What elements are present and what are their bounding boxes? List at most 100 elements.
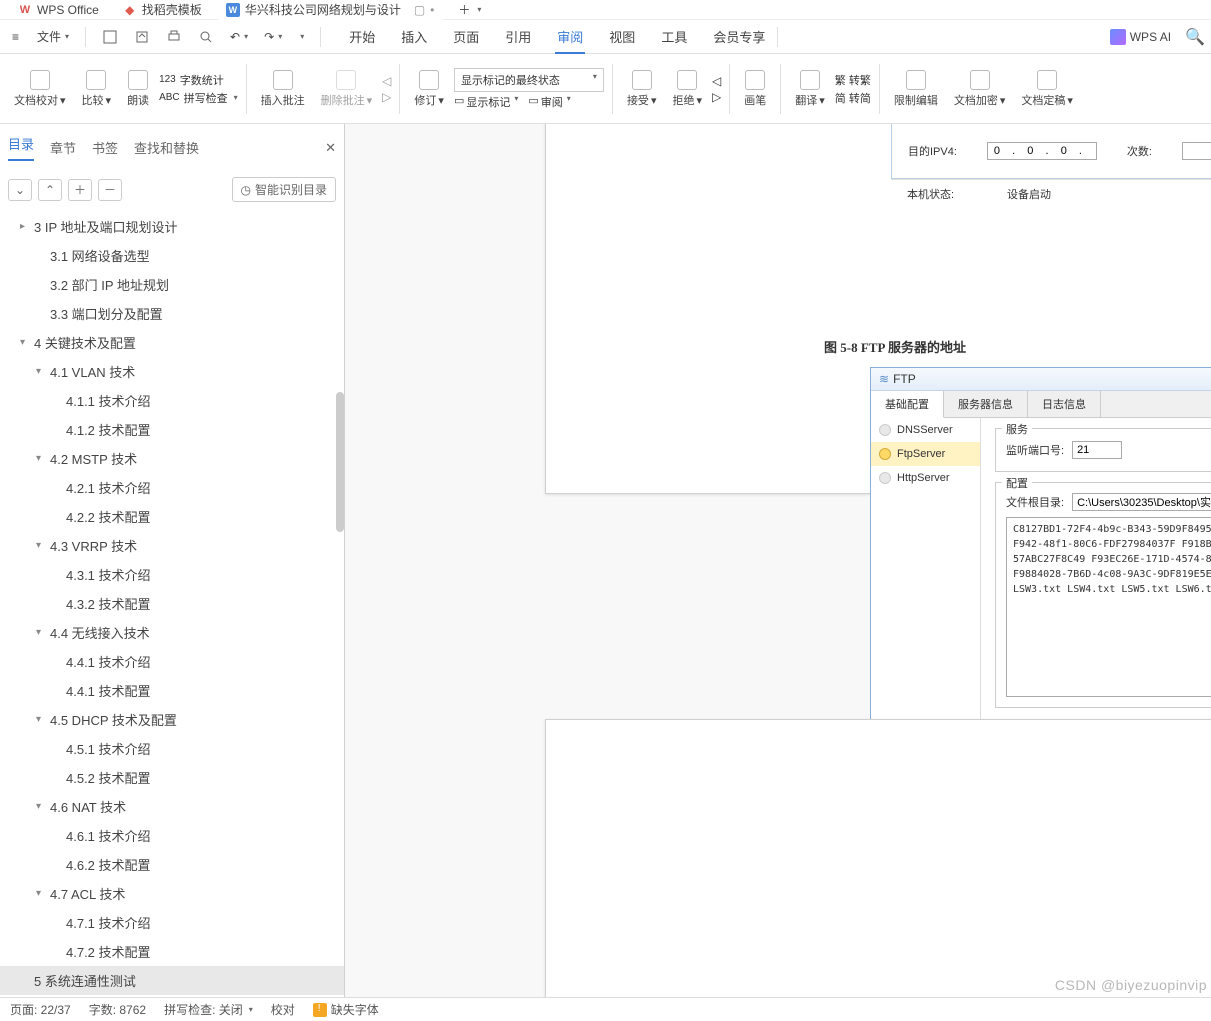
- print-icon[interactable]: [160, 25, 188, 49]
- toc-item[interactable]: 4.1.2 技术配置: [0, 415, 344, 444]
- nav-down-button[interactable]: ⌄: [8, 179, 32, 201]
- tab-dropdown-icon[interactable]: •: [430, 3, 434, 17]
- compare-button[interactable]: 比较▾: [76, 70, 118, 108]
- toc-item[interactable]: ▾4 关键技术及配置: [0, 328, 344, 357]
- reject-button[interactable]: 拒绝▾: [666, 70, 708, 108]
- restrict-edit-button[interactable]: 限制编辑: [888, 70, 944, 108]
- accept-button[interactable]: 接受▾: [621, 70, 663, 108]
- toc-item[interactable]: 3.3 端口划分及配置: [0, 299, 344, 328]
- encrypt-button[interactable]: 文档加密▾: [948, 70, 1012, 108]
- tab-tools[interactable]: 工具: [659, 19, 689, 54]
- status-missing-font[interactable]: 缺失字体: [313, 1001, 379, 1018]
- toc-item[interactable]: ▾4.3 VRRP 技术: [0, 531, 344, 560]
- toc-item[interactable]: 4.2.1 技术介绍: [0, 473, 344, 502]
- toc-item[interactable]: ▾4.5 DHCP 技术及配置: [0, 705, 344, 734]
- server-dns[interactable]: DNSServer: [871, 418, 980, 442]
- nav-tab-bookmark[interactable]: 书签: [92, 138, 118, 157]
- port-input[interactable]: [1072, 441, 1122, 459]
- file-list[interactable]: C8127BD1-72F4-4b9c-B343-59D9F8495F80 CAD…: [1006, 517, 1211, 697]
- prev-change-icon[interactable]: ◁: [712, 74, 721, 88]
- toc-item[interactable]: 5 系统连通性测试: [0, 966, 344, 995]
- toc-item[interactable]: 4.6.2 技术配置: [0, 850, 344, 879]
- wps-ai-button[interactable]: WPS AI: [1130, 30, 1171, 44]
- ftp-tab-basic[interactable]: 基础配置: [871, 391, 944, 418]
- redo-icon[interactable]: ↷▾: [258, 26, 288, 48]
- delete-comment-button[interactable]: 删除批注▾: [315, 70, 379, 108]
- toc-item[interactable]: 4.3.2 技术配置: [0, 589, 344, 618]
- server-ftp[interactable]: FtpServer: [871, 442, 980, 466]
- export-icon[interactable]: [128, 25, 156, 49]
- toc-item[interactable]: 4.3.1 技术介绍: [0, 560, 344, 589]
- tab-reference[interactable]: 引用: [503, 19, 533, 54]
- finalize-button[interactable]: 文档定稿▾: [1015, 70, 1079, 108]
- status-words[interactable]: 字数: 8762: [89, 1001, 146, 1018]
- proof-button[interactable]: 文档校对▾: [8, 70, 72, 108]
- tab-view[interactable]: 视图: [607, 19, 637, 54]
- new-tab[interactable]: ＋▾: [450, 0, 489, 20]
- track-changes-button[interactable]: 修订▾: [408, 70, 450, 108]
- read-button[interactable]: 朗读: [121, 70, 155, 108]
- toc-item[interactable]: 4.4.1 技术配置: [0, 676, 344, 705]
- show-markup-button[interactable]: ▭显示标记▾: [454, 94, 518, 110]
- toc-item[interactable]: ▾4.6 NAT 技术: [0, 792, 344, 821]
- nav-tab-chapter[interactable]: 章节: [50, 138, 76, 157]
- tab-review[interactable]: 审阅: [555, 19, 585, 54]
- document-area[interactable]: PING测试 目的IPV4: 次数: 发送 本机状态: 设备启动 ping 成功…: [345, 124, 1211, 1000]
- prev-comment-icon[interactable]: ◁: [382, 74, 391, 88]
- pen-button[interactable]: 画笔: [738, 70, 772, 108]
- tab-insert[interactable]: 插入: [399, 19, 429, 54]
- translate-button[interactable]: 翻译▾: [789, 70, 831, 108]
- hamburger-icon[interactable]: ≡: [6, 26, 25, 48]
- toc-item[interactable]: ▸3 IP 地址及端口规划设计: [0, 212, 344, 241]
- toc-item[interactable]: 4.1.1 技术介绍: [0, 386, 344, 415]
- next-change-icon[interactable]: ▷: [712, 90, 721, 104]
- nav-remove-button[interactable]: －: [98, 179, 122, 201]
- toc-item[interactable]: 4.5.1 技术介绍: [0, 734, 344, 763]
- root-path-input[interactable]: [1072, 493, 1211, 511]
- file-menu[interactable]: 文件▾: [31, 24, 75, 49]
- status-page[interactable]: 页面: 22/37: [10, 1001, 71, 1018]
- undo-icon[interactable]: ↶▾: [224, 26, 254, 48]
- to-simplified-button[interactable]: 简 转简: [835, 90, 871, 106]
- toc-item[interactable]: ▾4.4 无线接入技术: [0, 618, 344, 647]
- document-tab[interactable]: W华兴科技公司网络规划与设计▢•: [218, 0, 443, 20]
- preview-icon[interactable]: [192, 25, 220, 49]
- tab-menu-icon[interactable]: ▢: [414, 3, 425, 17]
- toc-item[interactable]: 4.2.2 技术配置: [0, 502, 344, 531]
- status-proof[interactable]: 校对: [271, 1001, 295, 1018]
- nav-tab-find-replace[interactable]: 查找和替换: [134, 138, 199, 157]
- tab-member[interactable]: 会员专享: [711, 19, 767, 54]
- toc-item[interactable]: 4.6.1 技术介绍: [0, 821, 344, 850]
- server-http[interactable]: HttpServer: [871, 466, 980, 490]
- nav-up-button[interactable]: ⌃: [38, 179, 62, 201]
- toc-item[interactable]: 4.7.1 技术介绍: [0, 908, 344, 937]
- toc-item[interactable]: 3.1 网络设备选型: [0, 241, 344, 270]
- nav-tab-toc[interactable]: 目录: [8, 134, 34, 161]
- to-traditional-button[interactable]: 繁 转繁: [835, 72, 871, 88]
- ipv4-input[interactable]: [987, 142, 1097, 160]
- next-comment-icon[interactable]: ▷: [382, 90, 391, 104]
- toc-item[interactable]: 4.7.2 技术配置: [0, 937, 344, 966]
- smart-toc-button[interactable]: ◷智能识别目录: [232, 177, 337, 202]
- tab-page[interactable]: 页面: [451, 19, 481, 54]
- toc-item[interactable]: 4.4.1 技术介绍: [0, 647, 344, 676]
- toc-item[interactable]: 4.5.2 技术配置: [0, 763, 344, 792]
- ftp-tab-log[interactable]: 日志信息: [1028, 391, 1101, 417]
- app-tab[interactable]: WWPS Office: [10, 1, 107, 19]
- tab-start[interactable]: 开始: [347, 19, 377, 54]
- markup-display-combo[interactable]: 显示标记的最终状态▾: [454, 68, 604, 92]
- toc-item[interactable]: ▾4.1 VLAN 技术: [0, 357, 344, 386]
- toc-item[interactable]: 3.2 部门 IP 地址规划: [0, 270, 344, 299]
- status-spell[interactable]: 拼写检查: 关闭▾: [164, 1001, 253, 1018]
- review-pane-button[interactable]: ▭审阅▾: [528, 94, 570, 110]
- template-tab[interactable]: ◆找稻壳模板: [115, 0, 210, 20]
- nav-scrollbar[interactable]: [336, 392, 344, 532]
- close-panel-icon[interactable]: ✕: [325, 140, 336, 156]
- count-input[interactable]: [1182, 142, 1211, 160]
- toc-item[interactable]: ▾4.7 ACL 技术: [0, 879, 344, 908]
- spell-check-button[interactable]: ABC拼写检查▾: [159, 90, 238, 106]
- save-icon[interactable]: [96, 25, 124, 49]
- toc-item[interactable]: ▾4.2 MSTP 技术: [0, 444, 344, 473]
- toc-list[interactable]: ▸3 IP 地址及端口规划设计3.1 网络设备选型3.2 部门 IP 地址规划3…: [0, 208, 344, 1000]
- ftp-tab-serverinfo[interactable]: 服务器信息: [944, 391, 1028, 417]
